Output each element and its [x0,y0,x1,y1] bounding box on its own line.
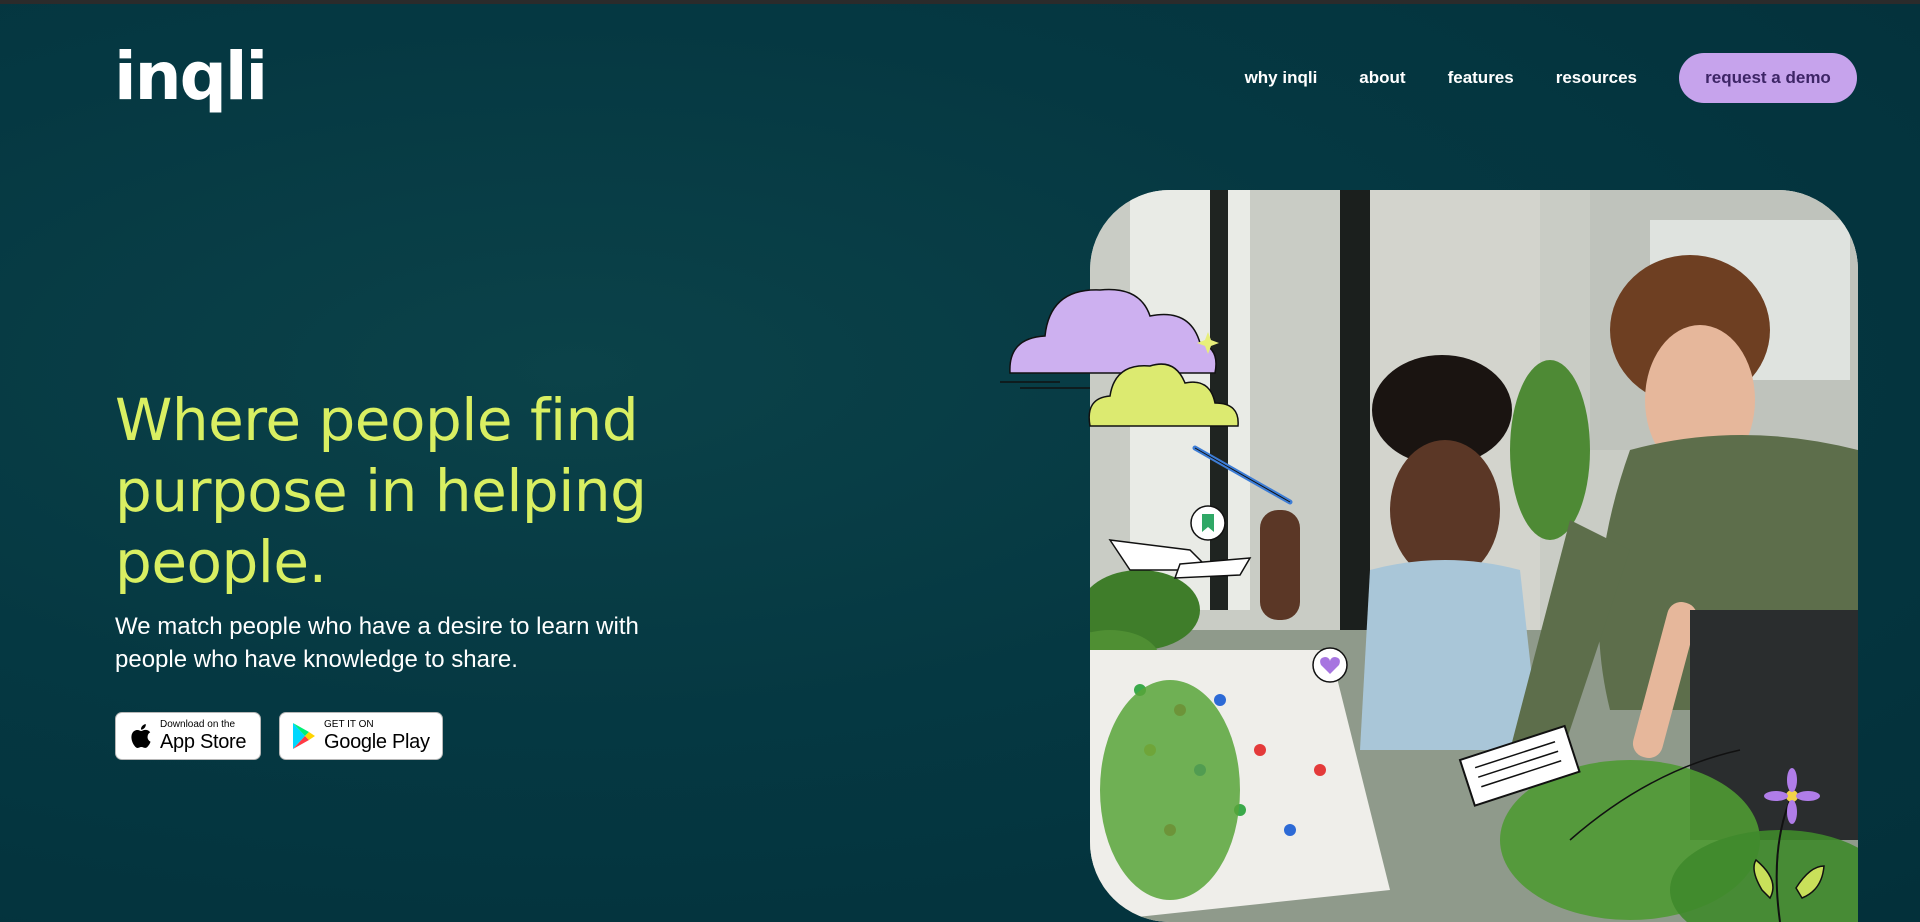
bookmark-icon [1190,505,1226,541]
app-store-small-text: Download on the [160,719,236,730]
google-play-small-text: GET IT ON [324,719,374,730]
request-demo-button[interactable]: request a demo [1679,53,1857,103]
hero-subtext: We match people who have a desire to lea… [115,613,639,673]
apple-icon [127,721,153,751]
google-play-badge[interactable]: GET IT ON Google Play [279,712,443,760]
cloud-icon [1000,288,1239,427]
hero-headline: Where people find purpose in helping peo… [115,386,647,596]
nav-about[interactable]: about [1359,68,1405,88]
nav-why-inqli[interactable]: why inqli [1245,68,1318,88]
google-play-label: Google Play [324,731,430,753]
heart-icon [1312,647,1348,683]
app-store-badge[interactable]: Download on the App Store [115,712,261,760]
google-play-icon [291,721,317,751]
app-store-label: App Store [160,731,247,753]
nav-features[interactable]: features [1448,68,1514,88]
nav-resources[interactable]: resources [1556,68,1637,88]
main-nav: why inqli about features resources reque… [1245,53,1857,103]
inqli-logo[interactable]: inqli [114,44,268,110]
top-border [0,0,1920,4]
